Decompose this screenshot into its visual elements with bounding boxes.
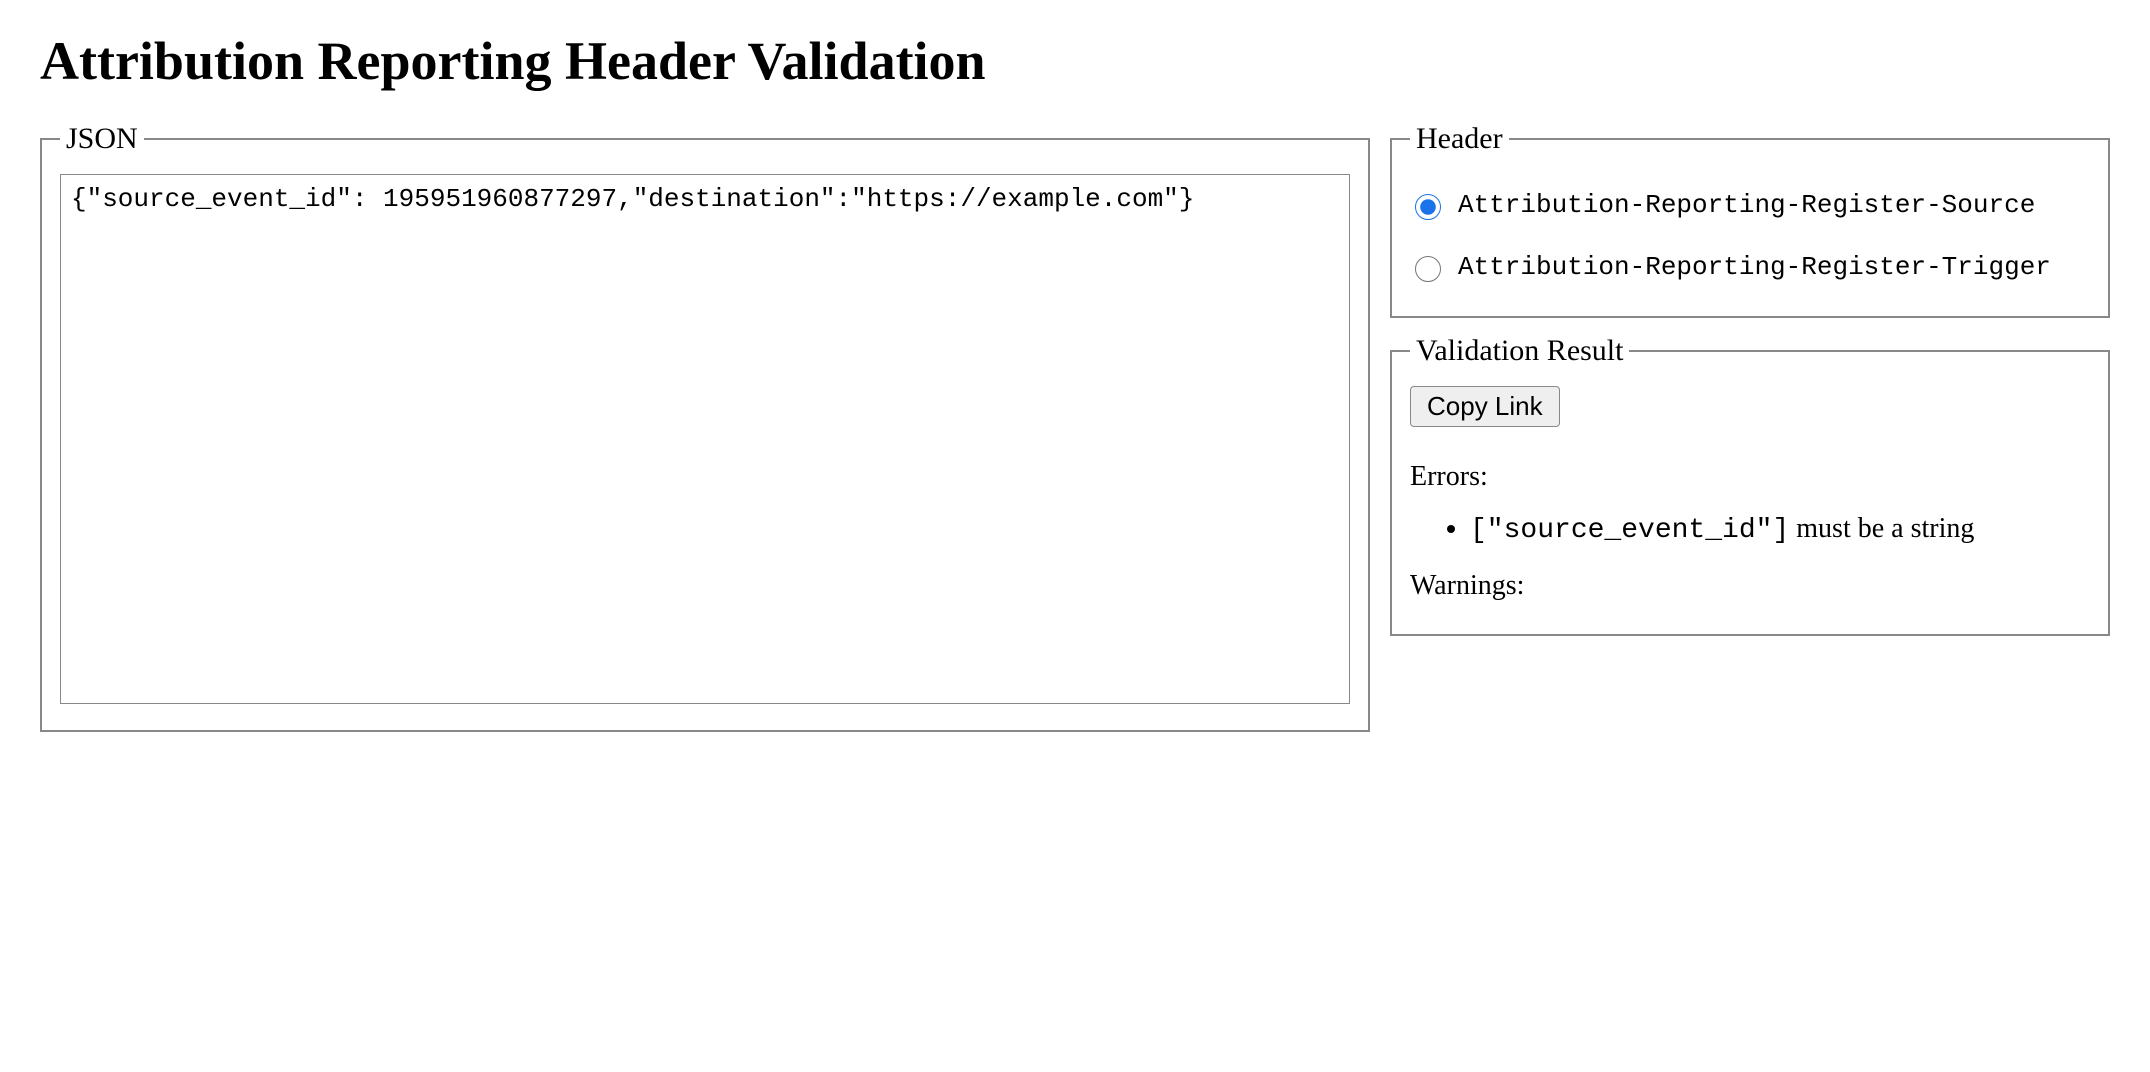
radio-trigger[interactable] <box>1415 256 1441 282</box>
result-legend: Validation Result <box>1410 334 1629 368</box>
header-option-source[interactable]: Attribution-Reporting-Register-Source <box>1410 174 2090 236</box>
error-item: ["source_event_id"] must be a string <box>1470 509 2090 550</box>
page-title: Attribution Reporting Header Validation <box>40 30 2110 92</box>
errors-list: ["source_event_id"] must be a string <box>1410 509 2090 550</box>
warnings-label: Warnings: <box>1410 570 2090 602</box>
errors-label: Errors: <box>1410 461 2090 493</box>
json-input[interactable]: {"source_event_id": 195951960877297,"des… <box>60 174 1350 704</box>
header-option-trigger[interactable]: Attribution-Reporting-Register-Trigger <box>1410 236 2090 298</box>
json-legend: JSON <box>60 122 144 156</box>
radio-trigger-label[interactable]: Attribution-Reporting-Register-Trigger <box>1458 252 2051 282</box>
header-fieldset: Header Attribution-Reporting-Register-So… <box>1390 122 2110 318</box>
result-fieldset: Validation Result Copy Link Errors: ["so… <box>1390 334 2110 636</box>
radio-source[interactable] <box>1415 194 1441 220</box>
error-path: ["source_event_id"] <box>1470 515 1789 546</box>
copy-link-button[interactable]: Copy Link <box>1410 386 1560 427</box>
json-fieldset: JSON {"source_event_id": 195951960877297… <box>40 122 1370 732</box>
error-message: must be a string <box>1796 513 1974 544</box>
radio-source-label[interactable]: Attribution-Reporting-Register-Source <box>1458 190 2035 220</box>
header-legend: Header <box>1410 122 1509 156</box>
